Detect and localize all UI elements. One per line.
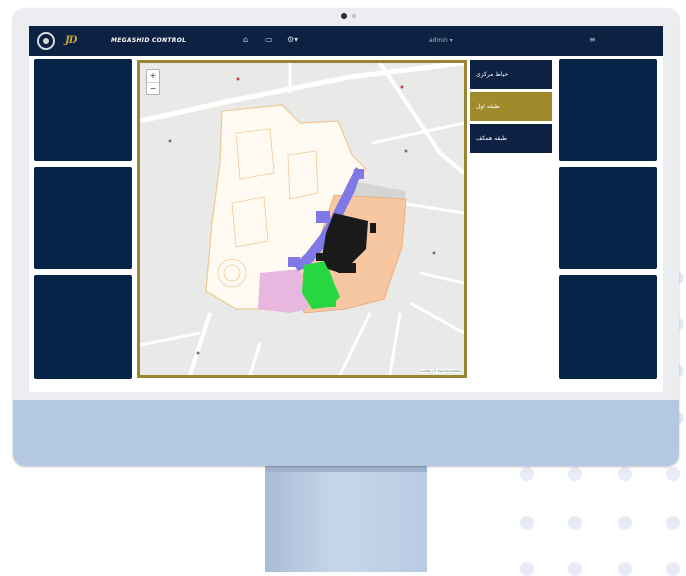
- left-tile-1[interactable]: [34, 59, 132, 161]
- decor-dot: [618, 467, 632, 481]
- right-tile-3[interactable]: [559, 275, 657, 379]
- settings-icon[interactable]: ⚙▾: [287, 35, 298, 44]
- decor-dot: [568, 467, 582, 481]
- decor-dot: [666, 516, 680, 530]
- left-tile-2[interactable]: [34, 167, 132, 269]
- monitor-icon[interactable]: ▭: [265, 35, 273, 44]
- decor-dot: [618, 562, 632, 576]
- decor-dot: [520, 562, 534, 576]
- monitor-stand-shadow: [265, 466, 427, 472]
- zoom-in-button[interactable]: +: [147, 70, 159, 83]
- user-menu[interactable]: admin ▾: [429, 37, 453, 44]
- navbar: JD MEGASHID CONTROL ⌂ ▭ ⚙▾ admin ▾ ≡: [29, 26, 663, 56]
- zoom-out-button[interactable]: −: [147, 83, 159, 95]
- map-attribution[interactable]: Leaflet | © OpenStreetMap: [420, 369, 461, 373]
- screen: JD MEGASHID CONTROL ⌂ ▭ ⚙▾ admin ▾ ≡ + −…: [29, 26, 663, 392]
- right-tile-1[interactable]: [559, 59, 657, 161]
- zoom-control: + −: [146, 69, 160, 95]
- decor-dot: [568, 516, 582, 530]
- monitor: JD MEGASHID CONTROL ⌂ ▭ ⚙▾ admin ▾ ≡ + −…: [13, 8, 679, 466]
- decor-dot: [666, 562, 680, 576]
- decor-dot: [520, 467, 534, 481]
- decor-dot: [618, 516, 632, 530]
- map-canvas[interactable]: [140, 63, 464, 375]
- monitor-stand: [265, 466, 427, 572]
- left-tile-3[interactable]: [34, 275, 132, 379]
- decor-dot: [666, 467, 680, 481]
- right-tile-2[interactable]: [559, 167, 657, 269]
- decor-dot: [520, 516, 534, 530]
- camera-sensor-icon: [352, 14, 356, 18]
- monitor-chin: [13, 400, 679, 466]
- map[interactable]: + − Leaflet | © OpenStreetMap: [137, 60, 467, 378]
- menu-item-central-courtyard[interactable]: حیاط مرکزی: [470, 60, 552, 89]
- hamburger-icon[interactable]: ≡: [589, 35, 596, 44]
- brand-title: MEGASHID CONTROL: [111, 37, 187, 44]
- camera-icon: [341, 13, 347, 19]
- menu-item-first-floor[interactable]: طبقه اول: [470, 92, 552, 121]
- home-icon[interactable]: ⌂: [243, 35, 248, 44]
- menu-item-ground-floor[interactable]: طبقه همکف: [470, 124, 552, 153]
- brand-mark: JD: [65, 35, 77, 46]
- decor-dot: [568, 562, 582, 576]
- logo-icon[interactable]: [37, 32, 55, 50]
